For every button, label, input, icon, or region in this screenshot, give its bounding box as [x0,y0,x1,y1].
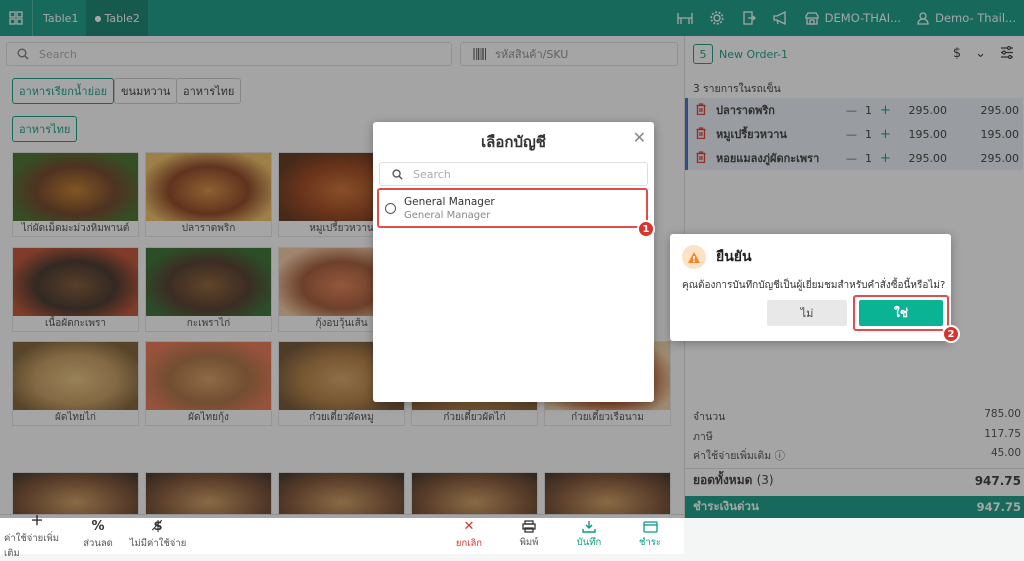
discount-label: ส่วนลด [83,538,113,549]
account-role: General Manager [404,209,491,221]
print-label: พิมพ์ [519,537,539,548]
pay-label: ชำระ [639,536,661,548]
download-icon [582,521,596,533]
radio-button[interactable] [385,202,396,214]
no-money-icon: $̸ [153,519,163,534]
extra-fee-label: ค่าใช้จ่ายเพิ่มเติม [4,532,60,559]
confirm-message: คุณต้องการบันทึกบัญชีเป็นผู้เยี่ยมชมสำหร… [682,280,946,291]
yes-button-highlight: ใช่ [853,295,949,331]
save-button[interactable]: บันทึก [560,515,618,555]
warning-icon [682,245,706,269]
account-search-input[interactable]: Search [379,162,648,186]
select-account-dialog: เลือกบัญชี ✕ Search General Manager Gene… [373,122,654,402]
percent-icon: % [91,519,105,534]
pay-button[interactable]: ชำระ [620,515,680,555]
account-search-placeholder: Search [413,167,451,181]
discount-button[interactable]: % ส่วนลด [72,515,124,555]
confirm-title: ยืนยัน [716,249,752,265]
confirm-dialog: ยืนยัน คุณต้องการบันทึกบัญชีเป็นผู้เยี่ย… [670,234,951,341]
extra-fee-button[interactable]: ＋ ค่าใช้จ่ายเพิ่มเติม [4,514,70,559]
yes-button[interactable]: ใช่ [859,300,943,326]
confirm-header: ยืนยัน [682,245,752,269]
dialog-title: เลือกบัญชี [481,133,546,151]
card-icon [642,520,658,533]
cancel-button[interactable]: ✕ ยกเลิก [440,515,498,555]
printer-icon [522,520,536,533]
bottom-action-bar: ＋ ค่าใช้จ่ายเพิ่มเติม % ส่วนลด $̸ ไม่มีค… [0,514,684,559]
account-option-general-manager[interactable]: General Manager General Manager [377,188,648,228]
step-marker-2: 2 [942,325,960,343]
no-button[interactable]: ไม่ [767,300,847,326]
print-button[interactable]: พิมพ์ [500,515,558,555]
x-icon: ✕ [463,519,475,534]
cancel-label: ยกเลิก [455,538,483,549]
search-icon [392,168,403,180]
step-marker-1: 1 [637,220,655,238]
no-fee-label: ไม่มีค่าใช้จ่าย [129,538,187,549]
close-icon[interactable]: ✕ [633,128,646,147]
account-name: General Manager [404,195,495,208]
save-label: บันทึก [576,537,602,548]
no-fee-button[interactable]: $̸ ไม่มีค่าใช้จ่าย [128,515,188,555]
